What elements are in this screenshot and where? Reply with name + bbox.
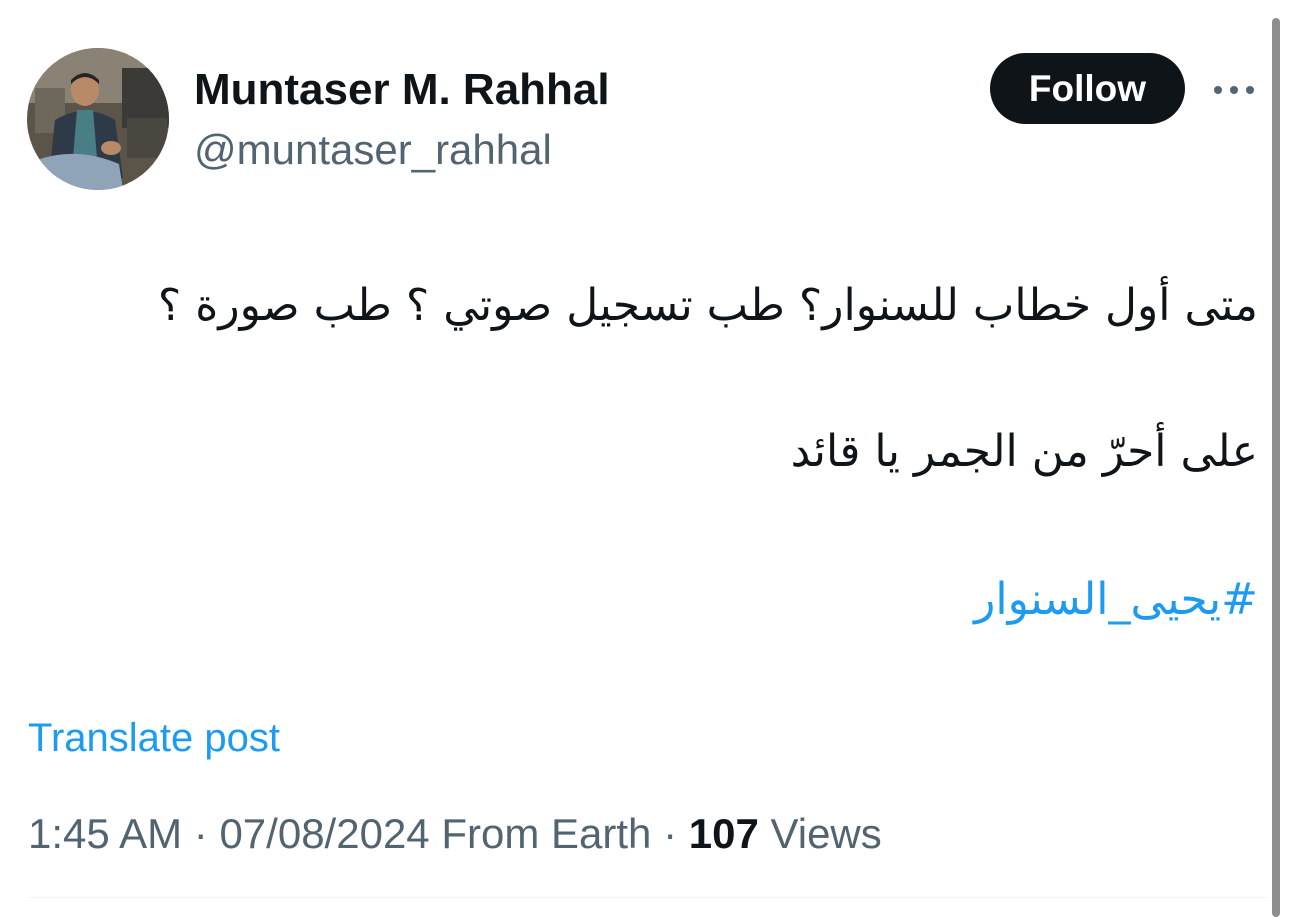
follow-button[interactable]: Follow (990, 53, 1185, 124)
scrollbar[interactable] (1272, 18, 1280, 917)
views-label: Views (770, 810, 882, 857)
tweet-time[interactable]: 1:45 AM (28, 810, 182, 857)
meta-separator: · (193, 810, 208, 857)
avatar[interactable] (27, 48, 169, 190)
translate-post-link[interactable]: Translate post (28, 712, 280, 764)
avatar-photo (27, 48, 169, 190)
tweet-meta: 1:45 AM · 07/08/2024 From Earth · 107 Vi… (28, 806, 882, 862)
hashtag-link[interactable]: #يحيى_السنوار (974, 568, 1258, 632)
divider (28, 897, 1268, 898)
more-options-button[interactable] (1210, 70, 1258, 110)
views-count: 107 (688, 810, 759, 857)
more-horizontal-icon (1214, 86, 1254, 94)
tweet-text-line-1: متى أول خطاب للسنوار؟ طب تسجيل صوتي ؟ طب… (157, 280, 1258, 331)
tweet-date[interactable]: 07/08/2024 (219, 810, 429, 857)
meta-separator: · (663, 810, 678, 857)
author-handle[interactable]: @muntaser_rahhal (194, 122, 552, 178)
tweet-text-line-2: على أحرّ من الجمر يا قائد (790, 426, 1258, 477)
author-display-name[interactable]: Muntaser M. Rahhal (194, 60, 610, 120)
tweet-source: From Earth (441, 810, 652, 857)
